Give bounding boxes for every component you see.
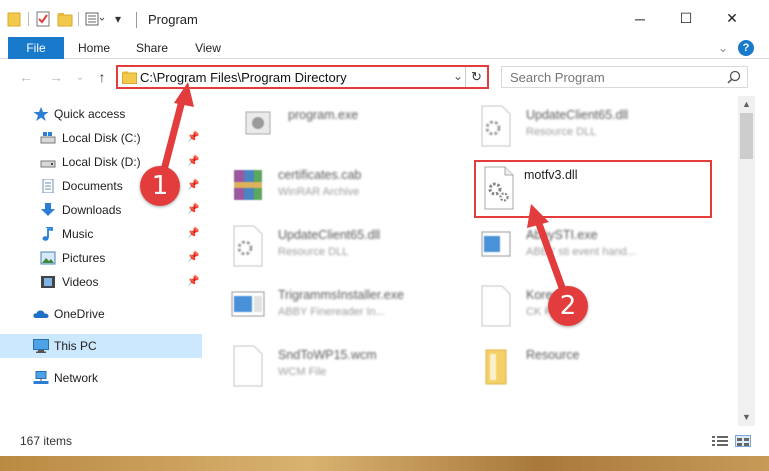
callout-badge-1: 1 (140, 166, 180, 206)
callout-arrow-1 (160, 93, 187, 174)
callout-arrow-2 (534, 217, 568, 297)
callout-badge-2: 2 (548, 286, 588, 326)
callout-arrows (160, 82, 568, 297)
callout-arrowhead-2 (527, 204, 549, 228)
desktop-background (0, 456, 769, 471)
file-explorer-window: ▾ Program ─ ☐ ✕ File Home Share View ⌄ ?… (0, 0, 769, 456)
callout-arrowhead-1 (174, 82, 194, 107)
